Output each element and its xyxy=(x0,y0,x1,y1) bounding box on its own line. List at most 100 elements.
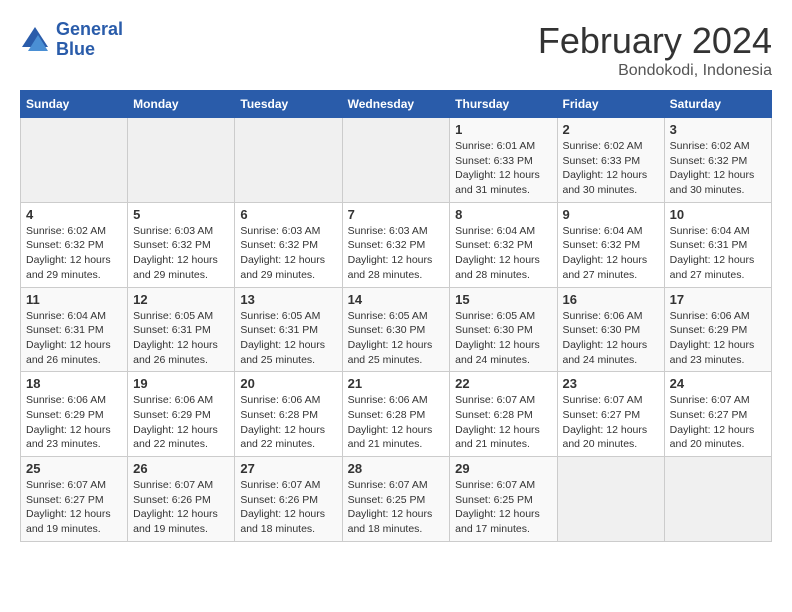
day-info: Sunrise: 6:04 AM Sunset: 6:31 PM Dayligh… xyxy=(26,309,122,368)
calendar-cell: 20Sunrise: 6:06 AM Sunset: 6:28 PM Dayli… xyxy=(235,372,342,457)
day-info: Sunrise: 6:07 AM Sunset: 6:25 PM Dayligh… xyxy=(455,478,551,537)
subtitle: Bondokodi, Indonesia xyxy=(538,62,772,80)
day-number: 11 xyxy=(26,292,122,307)
calendar-week-row: 11 Sunrise: 6:04 AM Sunset: 6:31 PM Dayli… xyxy=(21,287,772,372)
day-number: 17 xyxy=(670,292,766,307)
day-info: Sunrise: 6:07 AM Sunset: 6:25 PM Dayligh… xyxy=(348,478,445,537)
day-number: 15 xyxy=(455,292,551,307)
calendar-cell: 19 Sunrise: 6:06 AM Sunset: 6:29 PM Dayli… xyxy=(128,372,235,457)
calendar-cell: 14Sunrise: 6:05 AM Sunset: 6:30 PM Dayli… xyxy=(342,287,450,372)
day-info: Sunrise: 6:07 AM Sunset: 6:28 PM Dayligh… xyxy=(455,393,551,452)
day-info: Sunrise: 6:02 AM Sunset: 6:32 PM Dayligh… xyxy=(670,139,766,198)
day-number: 13 xyxy=(240,292,336,307)
calendar-cell: 9 Sunrise: 6:04 AM Sunset: 6:32 PM Daylig… xyxy=(557,202,664,287)
day-info: Sunrise: 6:06 AM Sunset: 6:29 PM Dayligh… xyxy=(26,393,122,452)
weekday-header: Saturday xyxy=(664,91,771,118)
day-info: Sunrise: 6:07 AM Sunset: 6:26 PM Dayligh… xyxy=(133,478,229,537)
calendar-cell: 26 Sunrise: 6:07 AM Sunset: 6:26 PM Dayli… xyxy=(128,457,235,542)
day-number: 4 xyxy=(26,207,122,222)
day-info: Sunrise: 6:06 AM Sunset: 6:28 PM Dayligh… xyxy=(348,393,445,452)
calendar-cell: 8 Sunrise: 6:04 AM Sunset: 6:32 PM Daylig… xyxy=(450,202,557,287)
day-number: 23 xyxy=(563,376,659,391)
day-info: Sunrise: 6:04 AM Sunset: 6:31 PM Dayligh… xyxy=(670,224,766,283)
weekday-header: Sunday xyxy=(21,91,128,118)
calendar-week-row: 18 Sunrise: 6:06 AM Sunset: 6:29 PM Dayli… xyxy=(21,372,772,457)
day-number: 16 xyxy=(563,292,659,307)
day-info: Sunrise: 6:06 AM Sunset: 6:29 PM Dayligh… xyxy=(133,393,229,452)
weekday-header: Friday xyxy=(557,91,664,118)
day-info: Sunrise: 6:04 AM Sunset: 6:32 PM Dayligh… xyxy=(563,224,659,283)
calendar-cell: 21 Sunrise: 6:06 AM Sunset: 6:28 PM Dayli… xyxy=(342,372,450,457)
day-info: Sunrise: 6:04 AM Sunset: 6:32 PM Dayligh… xyxy=(455,224,551,283)
day-number: 2 xyxy=(563,122,659,137)
weekday-header: Thursday xyxy=(450,91,557,118)
day-number: 27 xyxy=(240,461,336,476)
calendar-cell: 10Sunrise: 6:04 AM Sunset: 6:31 PM Dayli… xyxy=(664,202,771,287)
calendar-cell: 15Sunrise: 6:05 AM Sunset: 6:30 PM Dayli… xyxy=(450,287,557,372)
calendar-cell: 13 Sunrise: 6:05 AM Sunset: 6:31 PM Dayli… xyxy=(235,287,342,372)
day-number: 19 xyxy=(133,376,229,391)
day-number: 21 xyxy=(348,376,445,391)
calendar-cell: 6 Sunrise: 6:03 AM Sunset: 6:32 PM Daylig… xyxy=(235,202,342,287)
day-number: 3 xyxy=(670,122,766,137)
day-info: Sunrise: 6:05 AM Sunset: 6:31 PM Dayligh… xyxy=(240,309,336,368)
day-number: 6 xyxy=(240,207,336,222)
calendar-cell xyxy=(128,118,235,203)
calendar-cell: 1Sunrise: 6:01 AM Sunset: 6:33 PM Daylig… xyxy=(450,118,557,203)
day-number: 9 xyxy=(563,207,659,222)
day-number: 18 xyxy=(26,376,122,391)
day-info: Sunrise: 6:03 AM Sunset: 6:32 PM Dayligh… xyxy=(240,224,336,283)
calendar-cell xyxy=(342,118,450,203)
day-info: Sunrise: 6:03 AM Sunset: 6:32 PM Dayligh… xyxy=(133,224,229,283)
calendar-cell: 17 Sunrise: 6:06 AM Sunset: 6:29 PM Dayli… xyxy=(664,287,771,372)
calendar-cell: 29Sunrise: 6:07 AM Sunset: 6:25 PM Dayli… xyxy=(450,457,557,542)
day-info: Sunrise: 6:06 AM Sunset: 6:30 PM Dayligh… xyxy=(563,309,659,368)
calendar-cell xyxy=(21,118,128,203)
calendar-week-row: 25Sunrise: 6:07 AM Sunset: 6:27 PM Dayli… xyxy=(21,457,772,542)
calendar-cell: 28 Sunrise: 6:07 AM Sunset: 6:25 PM Dayli… xyxy=(342,457,450,542)
calendar-cell xyxy=(235,118,342,203)
logo-line1: General xyxy=(56,20,123,40)
logo-text: General Blue xyxy=(56,20,123,60)
day-number: 20 xyxy=(240,376,336,391)
calendar-cell: 27 Sunrise: 6:07 AM Sunset: 6:26 PM Dayli… xyxy=(235,457,342,542)
day-info: Sunrise: 6:07 AM Sunset: 6:27 PM Dayligh… xyxy=(670,393,766,452)
calendar-cell: 4 Sunrise: 6:02 AM Sunset: 6:32 PM Daylig… xyxy=(21,202,128,287)
day-info: Sunrise: 6:01 AM Sunset: 6:33 PM Dayligh… xyxy=(455,139,551,198)
weekday-header: Wednesday xyxy=(342,91,450,118)
day-number: 24 xyxy=(670,376,766,391)
day-info: Sunrise: 6:07 AM Sunset: 6:27 PM Dayligh… xyxy=(563,393,659,452)
calendar-cell: 2 Sunrise: 6:02 AM Sunset: 6:33 PM Daylig… xyxy=(557,118,664,203)
page-header: General Blue February 2024 Bondokodi, In… xyxy=(20,20,772,80)
calendar-cell: 7Sunrise: 6:03 AM Sunset: 6:32 PM Daylig… xyxy=(342,202,450,287)
day-info: Sunrise: 6:05 AM Sunset: 6:30 PM Dayligh… xyxy=(348,309,445,368)
calendar-cell xyxy=(557,457,664,542)
calendar-table: SundayMondayTuesdayWednesdayThursdayFrid… xyxy=(20,90,772,542)
weekday-header: Tuesday xyxy=(235,91,342,118)
calendar-cell: 16 Sunrise: 6:06 AM Sunset: 6:30 PM Dayli… xyxy=(557,287,664,372)
calendar-week-row: 4 Sunrise: 6:02 AM Sunset: 6:32 PM Daylig… xyxy=(21,202,772,287)
calendar-week-row: 1Sunrise: 6:01 AM Sunset: 6:33 PM Daylig… xyxy=(21,118,772,203)
day-info: Sunrise: 6:02 AM Sunset: 6:32 PM Dayligh… xyxy=(26,224,122,283)
calendar-cell: 23 Sunrise: 6:07 AM Sunset: 6:27 PM Dayli… xyxy=(557,372,664,457)
calendar-cell: 25Sunrise: 6:07 AM Sunset: 6:27 PM Dayli… xyxy=(21,457,128,542)
day-info: Sunrise: 6:02 AM Sunset: 6:33 PM Dayligh… xyxy=(563,139,659,198)
main-title: February 2024 xyxy=(538,20,772,62)
day-info: Sunrise: 6:03 AM Sunset: 6:32 PM Dayligh… xyxy=(348,224,445,283)
calendar-cell: 3 Sunrise: 6:02 AM Sunset: 6:32 PM Daylig… xyxy=(664,118,771,203)
calendar-cell: 5Sunrise: 6:03 AM Sunset: 6:32 PM Daylig… xyxy=(128,202,235,287)
day-info: Sunrise: 6:07 AM Sunset: 6:26 PM Dayligh… xyxy=(240,478,336,537)
calendar-cell: 12Sunrise: 6:05 AM Sunset: 6:31 PM Dayli… xyxy=(128,287,235,372)
logo: General Blue xyxy=(20,20,123,60)
calendar-cell: 18 Sunrise: 6:06 AM Sunset: 6:29 PM Dayli… xyxy=(21,372,128,457)
day-info: Sunrise: 6:07 AM Sunset: 6:27 PM Dayligh… xyxy=(26,478,122,537)
day-number: 26 xyxy=(133,461,229,476)
day-number: 22 xyxy=(455,376,551,391)
title-block: February 2024 Bondokodi, Indonesia xyxy=(538,20,772,80)
day-number: 28 xyxy=(348,461,445,476)
calendar-cell xyxy=(664,457,771,542)
day-number: 12 xyxy=(133,292,229,307)
day-info: Sunrise: 6:06 AM Sunset: 6:29 PM Dayligh… xyxy=(670,309,766,368)
day-number: 8 xyxy=(455,207,551,222)
logo-icon xyxy=(20,25,50,55)
